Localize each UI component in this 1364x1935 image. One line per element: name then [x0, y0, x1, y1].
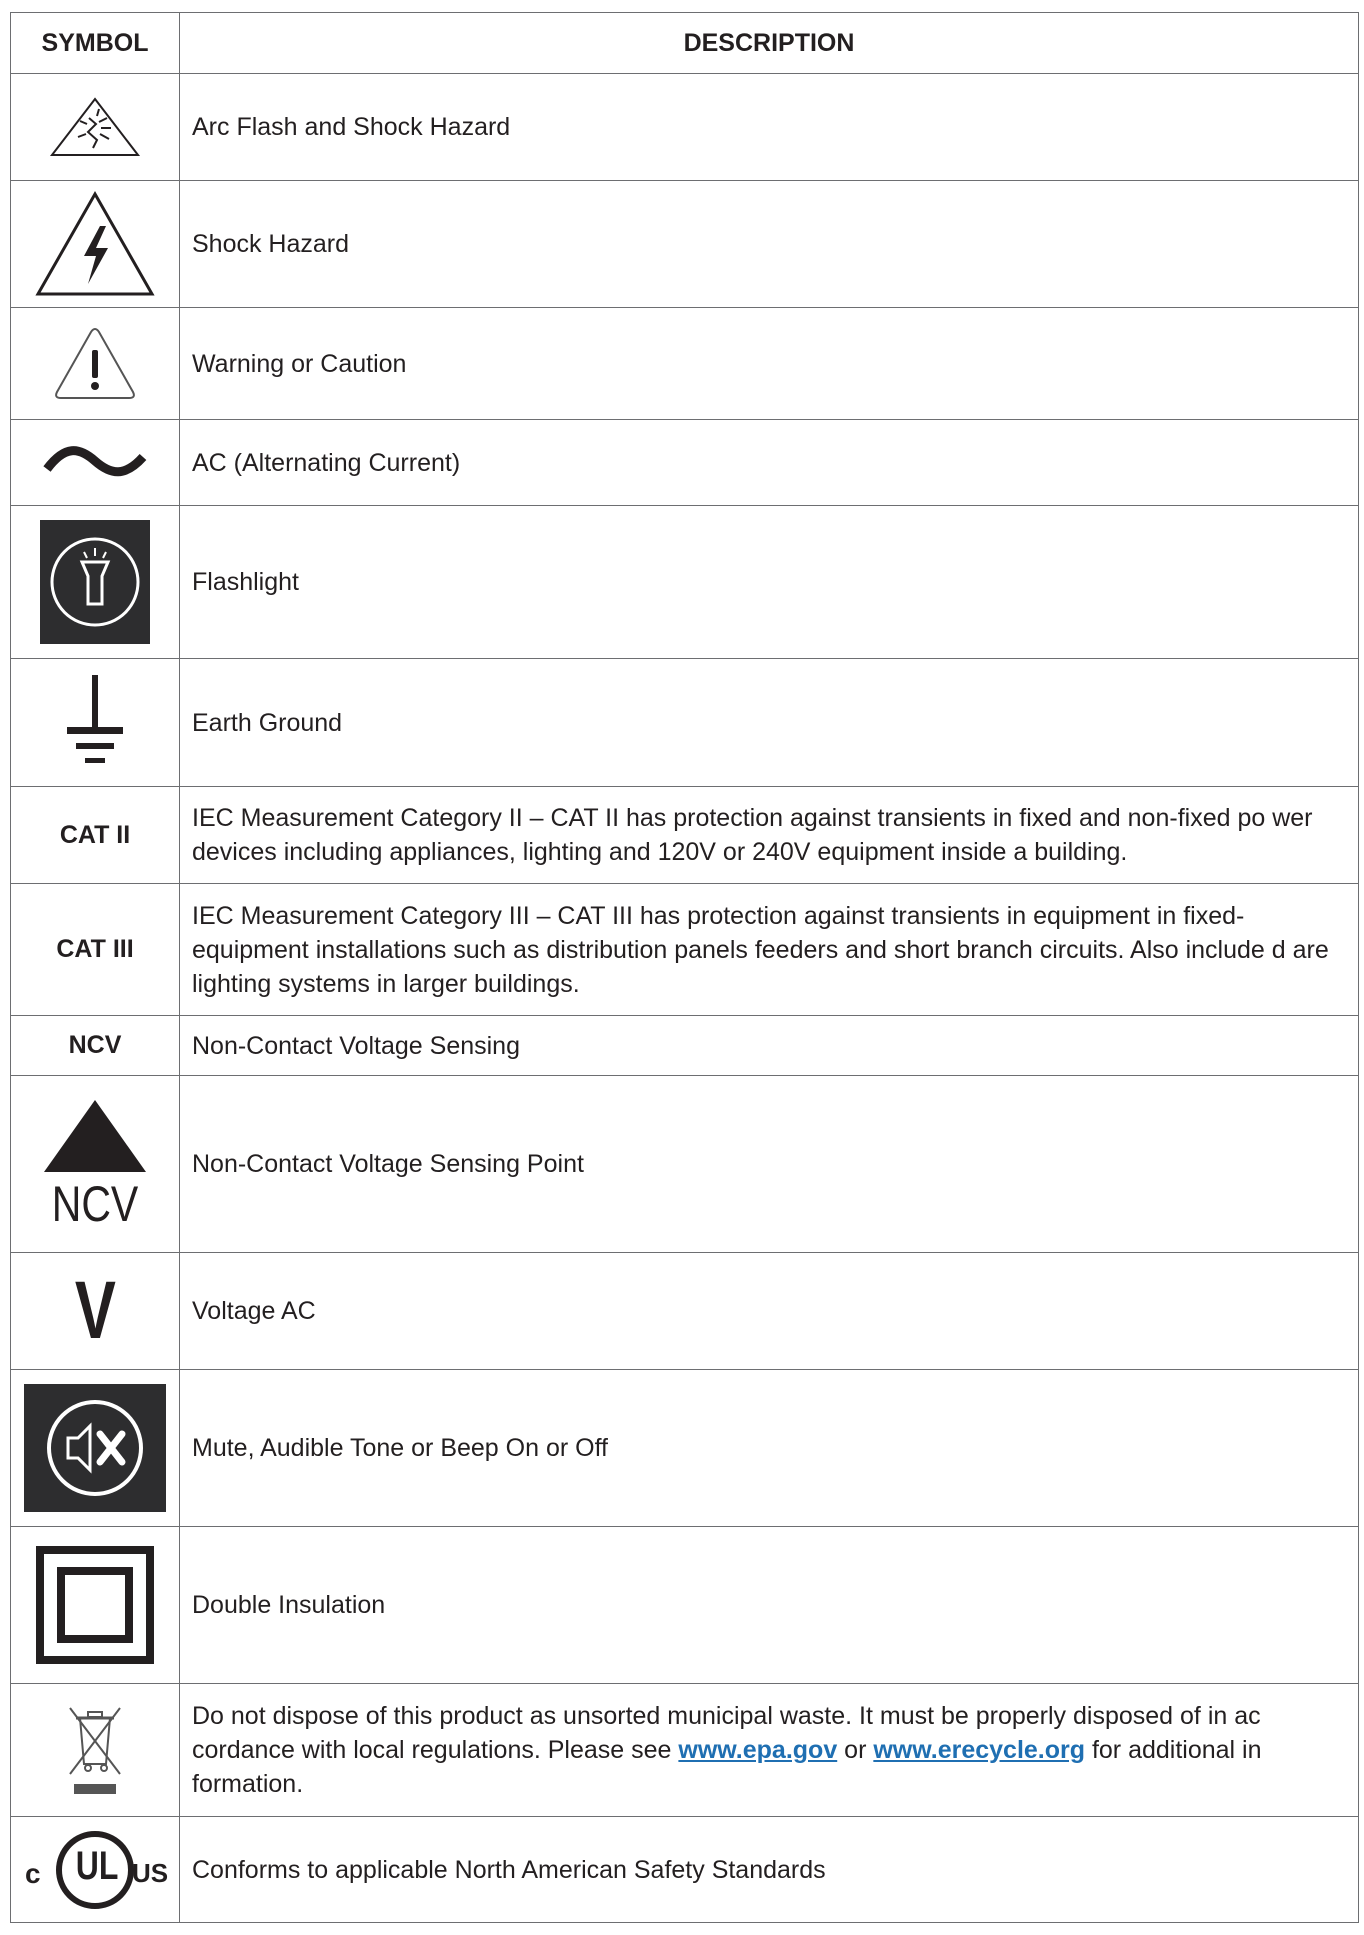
cul-us-icon: c UL US: [25, 1828, 169, 1912]
row-description: IEC Measurement Category III – CAT III h…: [179, 883, 1359, 1016]
table-row: Shock Hazard: [10, 180, 1359, 308]
row-description: Do not dispose of this product as unsort…: [179, 1683, 1359, 1817]
mute-icon: [24, 1384, 166, 1512]
description-column-header: DESCRIPTION: [179, 12, 1359, 74]
row-description: Earth Ground: [179, 658, 1359, 787]
double-insulation-icon: [36, 1546, 154, 1664]
table-row: Mute, Audible Tone or Beep On or Off: [10, 1369, 1359, 1527]
symbol-table: SYMBOL DESCRIPTION Arc Flash and Shock H…: [10, 12, 1359, 1923]
symbol-cat-iii: CAT III: [10, 883, 180, 1016]
cul-us-label: US: [132, 1857, 169, 1888]
ac-wave-icon: [43, 443, 147, 483]
row-description: Non-Contact Voltage Sensing Point: [179, 1075, 1359, 1253]
row-description: AC (Alternating Current): [179, 419, 1359, 506]
erecycle-link[interactable]: www.erecycle.org: [873, 1736, 1085, 1764]
row-description: Warning or Caution: [179, 307, 1359, 420]
earth-ground-icon: [65, 673, 125, 773]
arc-flash-icon: [49, 96, 141, 158]
cul-c-label: c: [25, 1857, 41, 1889]
row-description: Flashlight: [179, 505, 1359, 659]
cul-ul-label: UL: [75, 1843, 119, 1888]
symbol-column-header: SYMBOL: [10, 12, 180, 74]
weee-bin-icon: [62, 1700, 128, 1800]
table-header-row: SYMBOL DESCRIPTION: [10, 12, 1359, 74]
table-row: c UL US Conforms to applicable North Ame…: [10, 1816, 1359, 1923]
flashlight-icon: [40, 520, 150, 644]
row-description: IEC Measurement Category II – CAT II has…: [179, 786, 1359, 884]
table-row: AC (Alternating Current): [10, 419, 1359, 506]
row-description: Shock Hazard: [179, 180, 1359, 308]
table-row: Arc Flash and Shock Hazard: [10, 73, 1359, 181]
row-description: Voltage AC: [179, 1252, 1359, 1370]
table-row: CAT III IEC Measurement Category III – C…: [10, 883, 1359, 1016]
table-row: CAT II IEC Measurement Category II – CAT…: [10, 786, 1359, 884]
table-row: Warning or Caution: [10, 307, 1359, 420]
voltage-ac-label: V: [74, 1265, 116, 1356]
row-description: Non-Contact Voltage Sensing: [179, 1015, 1359, 1076]
symbol-cat-ii: CAT II: [10, 786, 180, 884]
table-row: NCV Non-Contact Voltage Sensing: [10, 1015, 1359, 1076]
row-description: Conforms to applicable North American Sa…: [179, 1816, 1359, 1923]
warning-icon: [53, 326, 137, 402]
table-row: Double Insulation: [10, 1526, 1359, 1684]
symbol-ncv: NCV: [10, 1015, 180, 1076]
table-row: NCV Non-Contact Voltage Sensing Point: [10, 1075, 1359, 1253]
table-row: Flashlight: [10, 505, 1359, 659]
epa-link[interactable]: www.epa.gov: [678, 1736, 837, 1764]
row-description: Mute, Audible Tone or Beep On or Off: [179, 1369, 1359, 1527]
table-row: V Voltage AC: [10, 1252, 1359, 1370]
table-row: Earth Ground: [10, 658, 1359, 787]
row-description: Arc Flash and Shock Hazard: [179, 73, 1359, 181]
table-row: Do not dispose of this product as unsort…: [10, 1683, 1359, 1817]
voltage-ac-icon: V: [68, 1270, 123, 1352]
ncv-point-icon: NCV: [40, 1096, 150, 1232]
row-description: Double Insulation: [179, 1526, 1359, 1684]
ncv-point-label: NCV: [51, 1176, 139, 1232]
shock-hazard-icon: [34, 190, 156, 298]
disposal-text-middle: or: [837, 1736, 874, 1764]
